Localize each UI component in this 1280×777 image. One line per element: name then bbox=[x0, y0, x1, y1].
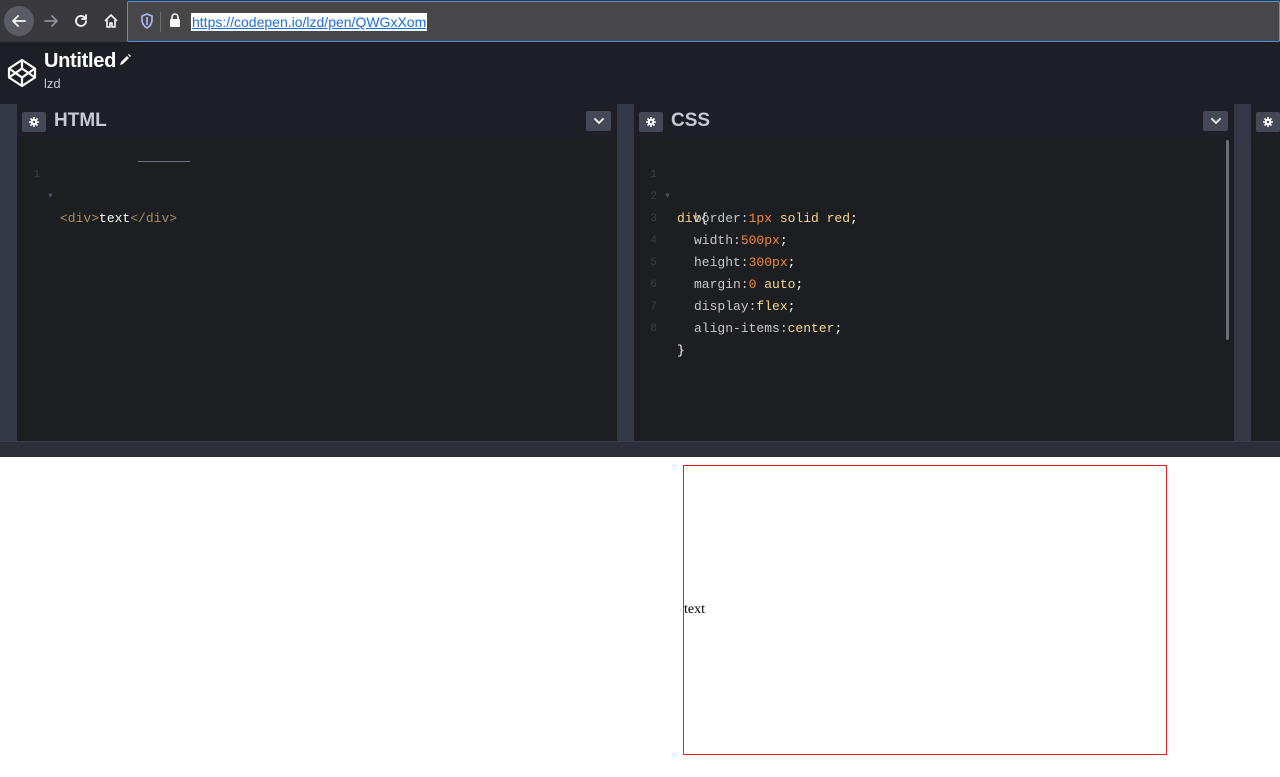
pen-author[interactable]: lzd bbox=[44, 76, 61, 91]
editors-resize-bar[interactable] bbox=[0, 441, 1280, 457]
css-settings-button[interactable] bbox=[639, 112, 663, 132]
code-line: 6 display:flex; bbox=[634, 252, 795, 314]
codepen-logo-icon[interactable] bbox=[6, 57, 38, 94]
arrow-right-icon bbox=[44, 15, 58, 27]
code-text: border:1px solid red; bbox=[694, 211, 858, 226]
code-line: 7 align-items:center; bbox=[634, 274, 842, 336]
code-line: 8 } bbox=[634, 296, 696, 358]
code-text: height:300px; bbox=[694, 255, 796, 270]
code-text: <div>text</div> bbox=[60, 208, 177, 230]
editors-panel: HTML 1 ▼ <div>text</div> CSS 1 ▼ div{2 … bbox=[0, 104, 1280, 441]
home-icon bbox=[104, 14, 118, 28]
url-divider bbox=[160, 12, 161, 32]
chevron-down-icon bbox=[1210, 118, 1221, 124]
back-button[interactable] bbox=[4, 6, 34, 36]
css-code-area[interactable]: 1 ▼ div{ 2 border:1px solid red; 3 width… bbox=[634, 142, 1234, 441]
js-editor-header bbox=[1251, 104, 1280, 138]
html-editor-header: HTML bbox=[17, 104, 617, 138]
pencil-icon[interactable] bbox=[118, 53, 132, 72]
reload-icon bbox=[75, 14, 87, 27]
gear-icon bbox=[29, 117, 39, 127]
arrow-left-icon bbox=[12, 15, 26, 27]
codepen-header: Untitled lzd bbox=[0, 42, 1280, 104]
html-open-tag: <div> bbox=[60, 211, 100, 226]
code-text: margin:0 auto; bbox=[694, 277, 804, 292]
resize-handle-right[interactable] bbox=[1234, 104, 1251, 441]
html-collapse-button[interactable] bbox=[586, 111, 611, 131]
css-editor: CSS 1 ▼ div{ 2 border:1px solid red; 3 w… bbox=[634, 104, 1234, 441]
resize-handle-left[interactable] bbox=[0, 104, 17, 441]
code-line: 5 margin:0 auto; bbox=[634, 230, 803, 292]
preview-pane: text bbox=[0, 457, 1280, 777]
preview-text: text bbox=[684, 602, 705, 617]
html-content: text bbox=[99, 211, 131, 226]
url-bar[interactable]: https://codepen.io/lzd/pen/QWGxXom bbox=[127, 1, 1280, 42]
html-editor: HTML 1 ▼ <div>text</div> bbox=[17, 104, 617, 441]
js-settings-button[interactable] bbox=[1256, 112, 1280, 132]
gear-icon bbox=[646, 117, 656, 127]
css-close-brace: } bbox=[677, 343, 685, 358]
matching-tag-underline bbox=[138, 161, 190, 162]
css-collapse-button[interactable] bbox=[1203, 111, 1228, 131]
pen-title[interactable]: Untitled bbox=[44, 50, 116, 73]
shield-icon[interactable] bbox=[140, 13, 154, 34]
code-text: align-items:center; bbox=[694, 321, 843, 336]
code-line: 1 ▼ div{ bbox=[634, 142, 708, 226]
reload-button[interactable] bbox=[66, 6, 96, 36]
code-line: 2 border:1px solid red; bbox=[634, 164, 857, 226]
code-text: } bbox=[677, 340, 685, 362]
lock-icon[interactable] bbox=[168, 12, 182, 33]
browser-toolbar: https://codepen.io/lzd/pen/QWGxXom bbox=[0, 0, 1280, 42]
home-button[interactable] bbox=[96, 6, 126, 36]
html-code-area[interactable]: 1 ▼ <div>text</div> bbox=[17, 142, 617, 441]
preview-div-box: text bbox=[683, 465, 1167, 755]
code-text: display:flex; bbox=[694, 299, 796, 314]
css-editor-header: CSS bbox=[634, 104, 1234, 138]
js-editor bbox=[1251, 104, 1280, 441]
url-text[interactable]: https://codepen.io/lzd/pen/QWGxXom bbox=[191, 13, 428, 31]
html-editor-title: HTML bbox=[54, 110, 107, 131]
html-close-tag: </div> bbox=[130, 211, 178, 226]
gear-icon bbox=[1263, 117, 1273, 127]
css-editor-title: CSS bbox=[671, 110, 711, 131]
code-line: 4 height:300px; bbox=[634, 208, 795, 270]
chevron-down-icon bbox=[593, 118, 604, 124]
line-number: 8 bbox=[650, 323, 657, 335]
code-text: width:500px; bbox=[694, 233, 788, 248]
forward-button[interactable] bbox=[36, 6, 66, 36]
fold-icon[interactable]: ▼ bbox=[48, 186, 53, 208]
css-scrollbar[interactable] bbox=[1226, 140, 1229, 340]
html-settings-button[interactable] bbox=[22, 112, 46, 132]
code-line: 3 width:500px; bbox=[634, 186, 787, 248]
code-line: 1 ▼ <div>text</div> bbox=[17, 142, 190, 226]
line-number: 1 bbox=[33, 169, 40, 181]
